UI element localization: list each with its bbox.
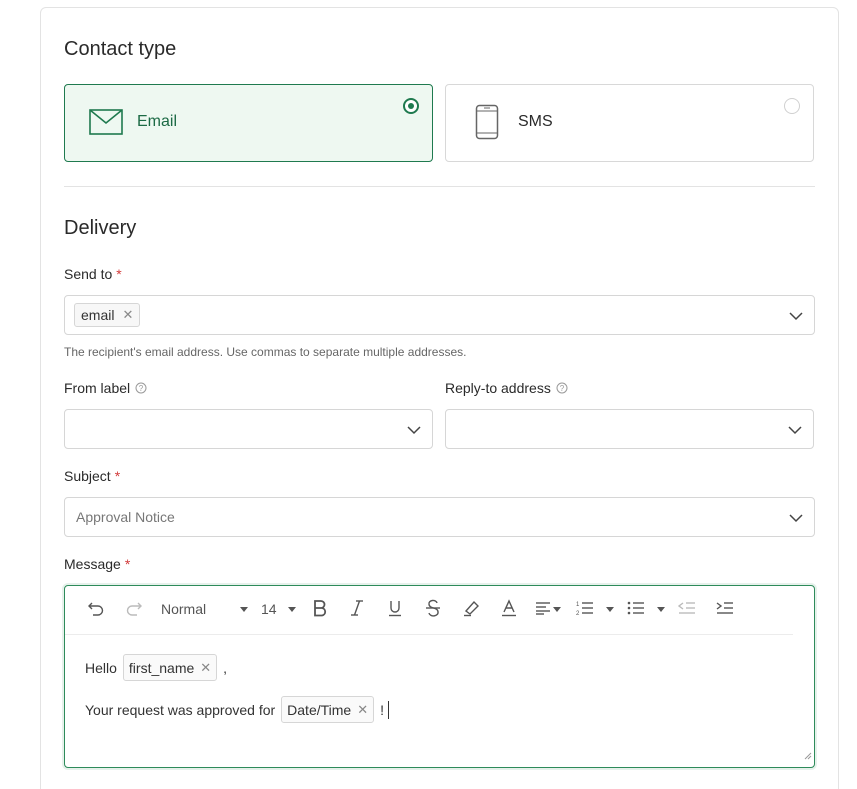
- caret-down-icon[interactable]: [553, 607, 561, 612]
- text-style-select[interactable]: Normal: [161, 601, 206, 617]
- caret-down-icon[interactable]: [240, 607, 248, 612]
- message-editor[interactable]: Normal 14 12 Hello first_name ✕ , Your r…: [64, 585, 815, 768]
- caret-down-icon[interactable]: [657, 607, 665, 612]
- from-label-label: From label ?: [64, 380, 147, 396]
- caret-down-icon[interactable]: [606, 607, 614, 612]
- help-icon[interactable]: ?: [135, 382, 147, 394]
- email-radio[interactable]: [403, 98, 419, 114]
- text-color-icon[interactable]: [501, 599, 517, 617]
- italic-icon[interactable]: [350, 599, 364, 617]
- text-style-value: Normal: [161, 601, 207, 617]
- message-line-2: Your request was approved for Date/Time …: [85, 696, 390, 723]
- message-label: Message *: [64, 556, 130, 572]
- recipient-tag-label: email: [81, 307, 115, 323]
- subject-select[interactable]: Approval Notice: [64, 497, 815, 537]
- punctuation-text: ,: [223, 659, 228, 676]
- greeting-text: Hello: [85, 659, 117, 676]
- subject-label: Subject *: [64, 468, 120, 484]
- highlighter-icon[interactable]: [462, 599, 482, 617]
- align-icon[interactable]: [535, 601, 551, 615]
- subject-label-text: Subject: [64, 468, 111, 484]
- svg-text:1: 1: [576, 602, 580, 608]
- chevron-down-icon[interactable]: [406, 422, 422, 443]
- send-to-hint: The recipient's email address. Use comma…: [64, 345, 467, 359]
- underline-icon[interactable]: [388, 599, 402, 617]
- recipient-tag: email ✕: [74, 303, 141, 327]
- bold-icon[interactable]: [313, 599, 327, 617]
- required-mark: *: [124, 556, 131, 572]
- chevron-down-icon[interactable]: [788, 510, 804, 531]
- variable-chip[interactable]: first_name ✕: [122, 654, 218, 681]
- strikethrough-icon[interactable]: [426, 599, 440, 617]
- remove-tag-icon[interactable]: ✕: [122, 307, 133, 323]
- bullet-list-icon[interactable]: [627, 600, 645, 616]
- redo-icon[interactable]: [125, 600, 143, 616]
- reply-to-label: Reply-to address ?: [445, 380, 568, 396]
- from-label-text: From label: [64, 380, 131, 396]
- section-divider: [64, 186, 815, 187]
- message-line-1: Hello first_name ✕ ,: [85, 654, 227, 681]
- delivery-title: Delivery: [64, 217, 137, 239]
- phone-icon: [475, 104, 499, 145]
- required-mark: *: [116, 266, 122, 282]
- undo-icon[interactable]: [87, 600, 105, 616]
- contact-option-sms[interactable]: SMS: [445, 84, 814, 162]
- punctuation-text: !: [380, 701, 385, 718]
- ordered-list-icon[interactable]: 12: [576, 600, 594, 616]
- body-text: Your request was approved for: [85, 701, 276, 718]
- chevron-down-icon[interactable]: [787, 422, 803, 443]
- help-icon[interactable]: ?: [556, 382, 568, 394]
- svg-text:?: ?: [560, 384, 565, 393]
- contact-option-sms-label: SMS: [518, 113, 553, 130]
- text-cursor: [388, 700, 390, 719]
- indent-icon[interactable]: [716, 601, 734, 615]
- svg-text:?: ?: [139, 384, 144, 393]
- send-to-label-text: Send to: [64, 266, 113, 282]
- resize-handle-icon[interactable]: [804, 747, 812, 765]
- required-mark: *: [114, 468, 121, 484]
- reply-to-label-text: Reply-to address: [445, 380, 551, 396]
- message-label-text: Message: [64, 556, 121, 572]
- envelope-icon: [89, 108, 123, 141]
- send-to-label: Send to *: [64, 266, 122, 282]
- font-size-select[interactable]: 14: [261, 601, 277, 617]
- send-to-select[interactable]: email ✕: [64, 295, 815, 335]
- reply-to-select[interactable]: [445, 409, 814, 449]
- subject-value: Approval Notice: [76, 509, 175, 525]
- variable-chip-label: first_name: [128, 659, 195, 676]
- contact-option-email-label: Email: [137, 113, 178, 130]
- contact-type-title: Contact type: [64, 38, 177, 60]
- caret-down-icon[interactable]: [288, 607, 296, 612]
- font-size-value: 14: [261, 601, 277, 617]
- editor-toolbar: Normal 14 12: [65, 586, 793, 635]
- remove-variable-icon[interactable]: ✕: [200, 660, 211, 676]
- chevron-down-icon[interactable]: [788, 308, 804, 329]
- sms-radio[interactable]: [784, 98, 800, 114]
- contact-option-email[interactable]: Email: [64, 84, 433, 162]
- outdent-icon[interactable]: [678, 601, 696, 615]
- variable-chip[interactable]: Date/Time ✕: [281, 696, 375, 723]
- from-label-select[interactable]: [64, 409, 433, 449]
- variable-chip-label: Date/Time: [287, 701, 352, 718]
- remove-variable-icon[interactable]: ✕: [357, 702, 368, 718]
- svg-text:2: 2: [576, 611, 580, 616]
